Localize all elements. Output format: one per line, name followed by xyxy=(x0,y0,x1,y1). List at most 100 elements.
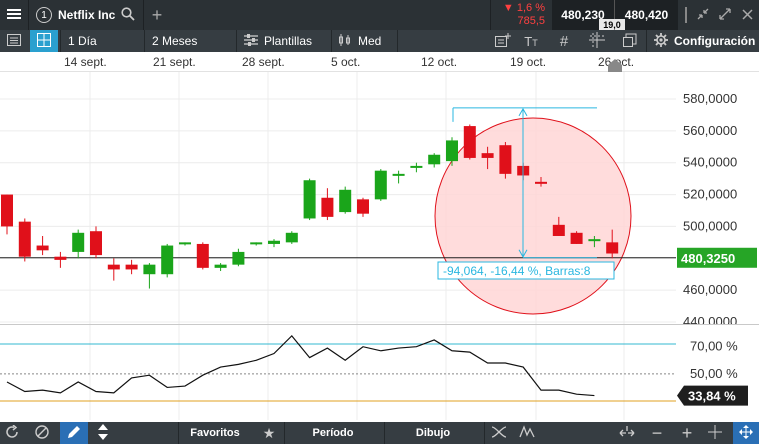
search-icon[interactable] xyxy=(121,7,135,23)
favorites-button[interactable]: Favoritos xyxy=(178,422,252,444)
add-indicator-button[interactable] xyxy=(492,30,514,52)
zigzag-wave-icon xyxy=(519,424,535,442)
candle-body xyxy=(535,181,547,184)
pan-button[interactable] xyxy=(733,422,759,444)
settings-button[interactable]: Configuración xyxy=(654,30,758,52)
collapse-arrows-icon xyxy=(697,8,709,22)
candle-body xyxy=(18,221,31,257)
date-label: 14 sept. xyxy=(64,55,107,69)
interval-label: 1 Día xyxy=(68,34,97,48)
add-tab-button[interactable]: + xyxy=(146,0,168,30)
window-button[interactable] xyxy=(619,30,641,52)
instrument-tab[interactable]: 1 Netflix Inc xyxy=(36,0,146,30)
wave-button[interactable] xyxy=(514,422,540,444)
text-size-icon: TT xyxy=(524,33,538,49)
collapse-button[interactable] xyxy=(692,0,714,30)
templates-label: Plantillas xyxy=(264,34,313,48)
chart-type-dropdown[interactable]: Med xyxy=(338,30,398,52)
ask-price: 480,420 xyxy=(624,8,669,22)
y-axis-tick-label: 540,0000 xyxy=(683,155,737,170)
hashtag-grid-icon: # xyxy=(559,32,569,50)
fibonacci-button[interactable] xyxy=(486,422,512,444)
range-label: 2 Meses xyxy=(152,34,198,48)
down-arrow-icon: ▼ xyxy=(502,2,514,14)
candle-body xyxy=(232,251,245,265)
chart-toolbar: 1 Día 2 Meses Plantillas Med TT # Config… xyxy=(0,30,759,52)
zoom-reset-button[interactable] xyxy=(615,422,639,444)
date-label: 21 sept. xyxy=(153,55,196,69)
star-button[interactable]: ★ xyxy=(256,422,282,444)
price-chart[interactable]: -94,064, -16,44 %, Barras:8 580,0000 560,0… xyxy=(0,72,759,324)
candle-body xyxy=(357,199,369,214)
hamburger-menu-icon xyxy=(7,8,21,22)
current-price-label: 480,3250 xyxy=(681,251,735,266)
candle-body xyxy=(570,232,583,244)
list-view-button[interactable] xyxy=(0,30,28,52)
tab-number-badge: 1 xyxy=(36,7,52,23)
settings-label: Configuración xyxy=(674,34,756,48)
change-percent: 1,6 % xyxy=(516,2,545,14)
gear-icon xyxy=(654,33,668,49)
scroll-arrows-button[interactable] xyxy=(90,422,116,444)
templates-icon xyxy=(244,34,258,48)
drawing-button[interactable]: Dibujo xyxy=(385,422,481,444)
star-icon: ★ xyxy=(262,425,276,441)
refresh-button[interactable] xyxy=(0,422,24,444)
candle-body xyxy=(499,145,512,174)
date-label: 28 sept. xyxy=(242,55,285,69)
favorites-label: Favoritos xyxy=(190,427,240,439)
candle-body xyxy=(552,224,565,236)
chart-type-label: Med xyxy=(358,34,382,48)
date-label: 5 oct. xyxy=(331,55,361,69)
layout-button[interactable] xyxy=(30,30,58,52)
candle-body xyxy=(285,232,298,243)
zoom-reset-icon xyxy=(619,425,635,442)
zoom-in-button[interactable]: + xyxy=(675,422,699,444)
expand-button[interactable] xyxy=(714,0,736,30)
candle-body xyxy=(72,232,85,252)
candle-body xyxy=(1,194,13,227)
prohibited-icon xyxy=(35,424,49,442)
period-button[interactable]: Período xyxy=(285,422,381,444)
date-axis: 14 sept. 21 sept. 28 sept. 5 oct. 12 oct… xyxy=(0,52,759,72)
bottom-toolbar: Favoritos ★ Período Dibujo − + xyxy=(0,422,759,444)
fibonacci-curve-icon xyxy=(491,425,507,442)
up-down-arrows-icon xyxy=(97,423,109,443)
candle-body xyxy=(428,154,441,165)
change-points: 785,5 xyxy=(517,15,545,27)
menu-button[interactable] xyxy=(0,0,28,30)
osc-line xyxy=(6,334,595,397)
close-button[interactable] xyxy=(736,0,758,30)
add-indicator-icon xyxy=(495,33,511,49)
interval-dropdown[interactable]: 1 Día xyxy=(68,30,144,52)
grid-toggle-button[interactable]: # xyxy=(553,30,575,52)
top-header: 1 Netflix Inc + ▼ 1,6 % 785,5 480,230 48… xyxy=(0,0,759,31)
candle-body xyxy=(36,245,49,251)
candle-body xyxy=(179,242,191,245)
candle-body xyxy=(374,170,387,200)
plus-icon: + xyxy=(151,5,163,25)
candle-body xyxy=(392,173,405,176)
candle-body xyxy=(463,126,476,158)
crosshair-button[interactable] xyxy=(586,30,608,52)
crosshair-plus-button[interactable] xyxy=(703,422,727,444)
plus-icon: + xyxy=(681,423,693,443)
candle-body xyxy=(107,264,120,270)
candle-body xyxy=(606,242,619,254)
clear-drawings-button[interactable] xyxy=(30,422,54,444)
thin-plus-icon xyxy=(708,424,722,442)
zoom-out-button[interactable]: − xyxy=(645,422,669,444)
y-axis-tick-label: 520,0000 xyxy=(683,187,737,202)
templates-dropdown[interactable]: Plantillas xyxy=(244,30,328,52)
grid-layout-icon xyxy=(37,33,51,49)
pencil-icon xyxy=(67,425,81,442)
osc-current-label: 33,84 % xyxy=(688,389,736,404)
expand-arrows-icon xyxy=(719,8,731,22)
y-axis-tick-label: 580,0000 xyxy=(683,91,737,106)
text-size-button[interactable]: TT xyxy=(520,30,542,52)
range-dropdown[interactable]: 2 Meses xyxy=(152,30,234,52)
oscillator-chart[interactable]: 70,00 % 50,00 % 33,84 % xyxy=(0,325,759,420)
candle-body xyxy=(321,197,334,217)
candle-body xyxy=(588,239,601,242)
pencil-button[interactable] xyxy=(60,422,88,444)
